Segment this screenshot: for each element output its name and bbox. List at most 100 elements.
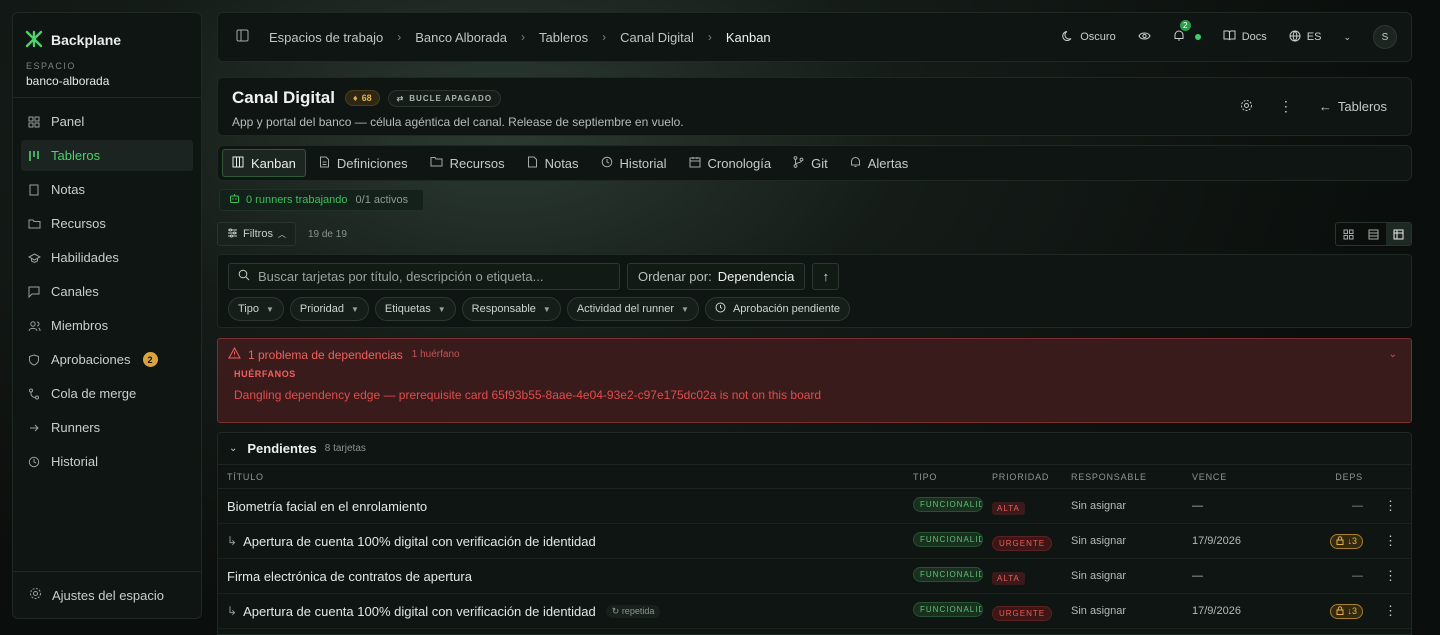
due-date: 17/9/2026 (1192, 535, 1241, 547)
git-branch-icon (793, 155, 804, 171)
filter-chip-aprobacion[interactable]: Aprobación pendiente (704, 297, 850, 321)
runners-status[interactable]: 0 runners trabajando 0/1 activos (219, 189, 424, 211)
column-title[interactable]: TÍTULO (218, 472, 913, 482)
blocked-deps-badge[interactable]: ↓3 (1330, 533, 1363, 549)
table-row[interactable]: Biometría facial en el enrolamiento FUNC… (218, 489, 1411, 524)
sidebar-item-historial[interactable]: Historial (21, 446, 193, 477)
sidebar-item-habilidades[interactable]: Habilidades (21, 242, 193, 273)
tab-alertas[interactable]: Alertas (841, 149, 917, 177)
repeated-tag-label: repetida (621, 605, 655, 616)
chevron-down-icon[interactable]: ⌄ (1389, 349, 1397, 360)
breadcrumb-item[interactable]: Canal Digital (620, 30, 694, 45)
language-selector[interactable]: ES (1289, 30, 1321, 45)
more-vertical-icon[interactable]: ⋮ (1363, 568, 1403, 584)
settings-icon[interactable] (1240, 99, 1253, 115)
group-header[interactable]: ⌄ Pendientes 8 tarjetas (218, 433, 1411, 465)
tab-git[interactable]: Git (784, 149, 837, 177)
filter-chip-tipo[interactable]: Tipo ▼ (228, 297, 284, 321)
type-badge: FUNCIONALIDAD (913, 532, 983, 547)
search-input[interactable] (258, 269, 598, 284)
loop-status-badge[interactable]: ⇄ BUCLE APAGADO (387, 89, 502, 107)
book-icon (1223, 30, 1236, 44)
filter-chip-responsable[interactable]: Responsable ▼ (461, 297, 561, 321)
eye-icon[interactable] (1138, 31, 1151, 44)
column-responsable[interactable]: RESPONSABLE (1071, 472, 1192, 482)
avatar[interactable]: S (1373, 25, 1397, 49)
loop-icon: ⇄ (396, 93, 405, 103)
column-prioridad[interactable]: PRIORIDAD (992, 472, 1071, 482)
table-row[interactable]: ↳ Apertura de cuenta 100% digital con ve… (218, 594, 1411, 629)
board-tabs: Kanban Definiciones Recursos Notas Histo… (217, 145, 1412, 181)
more-vertical-icon[interactable]: ⋮ (1363, 498, 1403, 514)
workspace-settings-button[interactable]: Ajustes del espacio (13, 571, 201, 618)
sliders-icon (227, 228, 238, 241)
filters-button[interactable]: Filtros ︿ (217, 222, 296, 246)
moon-icon (1062, 30, 1074, 45)
priority-badge: URGENTE (992, 605, 1053, 621)
deps-count: ↓3 (1347, 536, 1357, 546)
column-tipo[interactable]: TIPO (913, 472, 992, 482)
tab-kanban[interactable]: Kanban (222, 149, 306, 177)
sidebar-item-recursos[interactable]: Recursos (21, 208, 193, 239)
workspace-label: ESPACIO (26, 61, 76, 71)
blocked-deps-badge[interactable]: ↓3 (1330, 603, 1363, 619)
alert-message[interactable]: Dangling dependency edge — prerequisite … (234, 388, 1401, 402)
card-title-text: Biometría facial en el enrolamiento (227, 498, 428, 514)
sidebar-item-notas[interactable]: Notas (21, 174, 193, 205)
alert-section-heading: HUÉRFANOS (234, 369, 296, 379)
sort-select[interactable]: Ordenar por: Dependencia (627, 263, 806, 290)
table-row[interactable]: Firma electrónica de contratos de apertu… (218, 559, 1411, 594)
back-to-boards-button[interactable]: ← Tableros (1319, 99, 1387, 114)
table-row[interactable]: ↳ Apertura de cuenta 100% digital con ve… (218, 524, 1411, 559)
breadcrumb-current: Kanban (725, 29, 771, 45)
sidebar-item-label: Runners (51, 420, 101, 435)
column-vence[interactable]: VENCE (1192, 472, 1303, 482)
notifications-button[interactable]: 2 (1173, 20, 1191, 45)
board-header: Canal Digital ♦ 68 ⇄ BUCLE APAGADO App y… (217, 77, 1412, 136)
grid-view-icon[interactable] (1336, 223, 1361, 245)
brand[interactable]: Backplane (13, 13, 201, 53)
more-vertical-icon[interactable]: ⋮ (1363, 603, 1403, 619)
graduation-cap-icon (27, 251, 41, 265)
breadcrumb-item[interactable]: Espacios de trabajo (269, 30, 383, 45)
column-deps[interactable]: DEPS (1303, 472, 1363, 482)
sidebar-item-miembros[interactable]: Miembros (21, 310, 193, 341)
sidebar-item-canales[interactable]: Canales (21, 276, 193, 307)
brand-name: Backplane (51, 32, 122, 48)
back-label: Tableros (1337, 99, 1387, 114)
runners-active: 0/1 activos (355, 194, 409, 206)
more-vertical-icon[interactable]: ⋮ (1279, 98, 1293, 115)
chevron-down-icon[interactable]: ⌄ (1343, 32, 1351, 43)
sidebar-item-panel[interactable]: Panel (21, 106, 193, 137)
sidebar-toggle-icon[interactable] (236, 29, 249, 45)
tab-recursos[interactable]: Recursos (421, 149, 514, 177)
tab-cronologia[interactable]: Cronología (680, 149, 781, 177)
tab-notas[interactable]: Notas (518, 149, 588, 177)
filter-chip-actividad[interactable]: Actividad del runner ▼ (566, 297, 699, 321)
bell-icon (850, 156, 861, 171)
sidebar-item-cola-de-merge[interactable]: Cola de merge (21, 378, 193, 409)
tab-label: Cronología (707, 155, 772, 171)
tab-definiciones[interactable]: Definiciones (310, 149, 417, 177)
sort-direction-button[interactable]: ↑ (812, 263, 840, 290)
breadcrumb-item[interactable]: Banco Alborada (415, 30, 507, 45)
sidebar-item-runners[interactable]: Runners (21, 412, 193, 443)
docs-link[interactable]: Docs (1223, 30, 1267, 44)
chevron-down-icon: ▼ (542, 304, 551, 314)
assignee: Sin asignar (1071, 500, 1127, 512)
theme-toggle[interactable]: Oscuro (1062, 30, 1116, 45)
table-view-icon[interactable] (1386, 223, 1411, 245)
card-title: Biometría facial en el enrolamiento (218, 499, 913, 514)
lock-icon (1336, 605, 1344, 617)
sidebar-item-tableros[interactable]: Tableros (21, 140, 193, 171)
filter-chip-etiquetas[interactable]: Etiquetas ▼ (374, 297, 456, 321)
bell-icon (1173, 30, 1185, 45)
more-vertical-icon[interactable]: ⋮ (1363, 533, 1403, 549)
tab-historial[interactable]: Historial (592, 149, 676, 177)
sidebar-item-aprobaciones[interactable]: Aprobaciones 2 (21, 344, 193, 375)
breadcrumb-item[interactable]: Tableros (539, 30, 588, 45)
folder-icon (27, 217, 41, 231)
workspace-name[interactable]: banco-alborada (13, 71, 201, 98)
list-view-icon[interactable] (1361, 223, 1386, 245)
filter-chip-prioridad[interactable]: Prioridad ▼ (289, 297, 369, 321)
